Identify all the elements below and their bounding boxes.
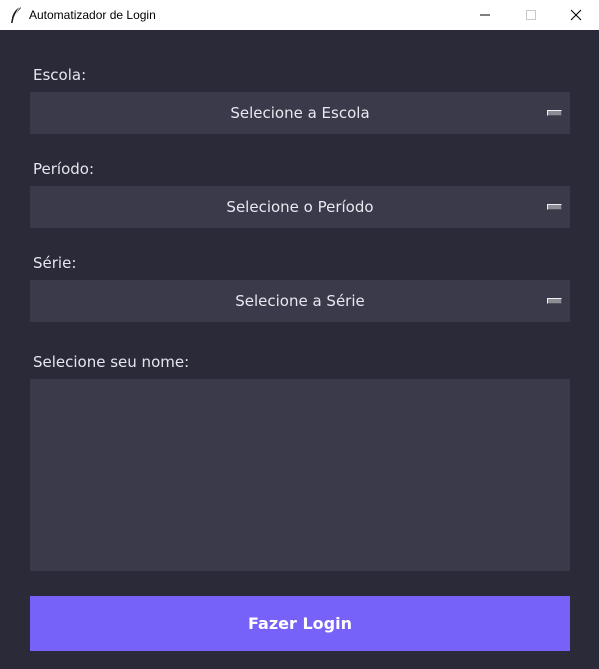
maximize-button[interactable]	[508, 0, 554, 30]
escola-dropdown[interactable]: Selecione a Escola	[30, 92, 570, 134]
serie-label: Série:	[33, 254, 77, 272]
serie-dropdown[interactable]: Selecione a Série	[30, 280, 570, 322]
dropdown-indicator-icon	[547, 298, 562, 304]
periodo-selected-value: Selecione o Período	[226, 198, 374, 216]
title-bar: Automatizador de Login	[0, 0, 599, 30]
nome-label: Selecione seu nome:	[33, 353, 190, 371]
close-icon	[570, 9, 582, 21]
periodo-dropdown[interactable]: Selecione o Período	[30, 186, 570, 228]
periodo-label: Período:	[33, 160, 95, 178]
feather-icon	[9, 6, 23, 24]
window-title: Automatizador de Login	[29, 8, 156, 22]
minimize-button[interactable]	[462, 0, 508, 30]
maximize-icon	[526, 10, 536, 20]
serie-selected-value: Selecione a Série	[235, 292, 365, 310]
nome-listbox[interactable]	[30, 379, 570, 571]
main-panel: Escola: Selecione a Escola Período: Sele…	[0, 30, 599, 669]
escola-selected-value: Selecione a Escola	[230, 104, 370, 122]
dropdown-indicator-icon	[547, 204, 562, 210]
login-button[interactable]: Fazer Login	[30, 596, 570, 651]
escola-label: Escola:	[33, 66, 87, 84]
minimize-icon	[480, 14, 490, 16]
dropdown-indicator-icon	[547, 110, 562, 116]
close-button[interactable]	[553, 0, 599, 30]
